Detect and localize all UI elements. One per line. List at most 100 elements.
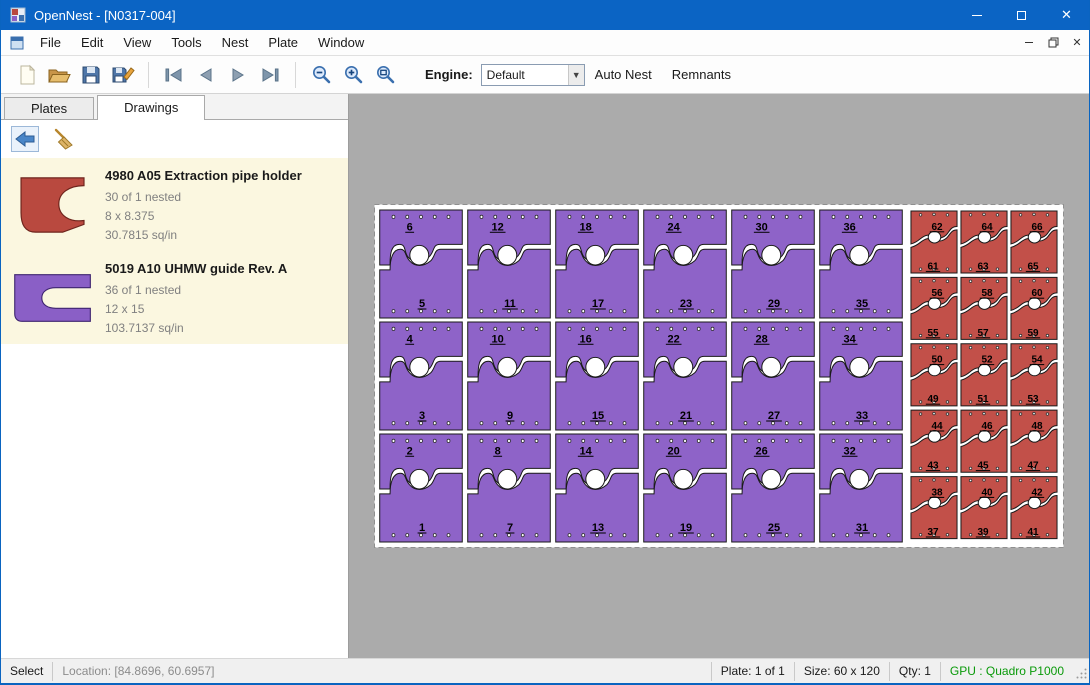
drill-hole	[582, 421, 585, 424]
nest-cell[interactable]: 21	[380, 434, 463, 542]
part-number-label: 38	[931, 487, 943, 498]
nest-cell[interactable]: 2625	[732, 434, 815, 542]
menu-item-window[interactable]: Window	[308, 35, 374, 50]
minimize-button[interactable]	[954, 0, 999, 30]
menu-item-plate[interactable]: Plate	[258, 35, 308, 50]
save-as-button[interactable]	[107, 60, 139, 90]
zoom-out-icon	[311, 64, 332, 85]
nest-cell[interactable]: 1817	[556, 210, 639, 318]
menu-item-view[interactable]: View	[113, 35, 161, 50]
close-button[interactable]: ✕	[1044, 0, 1089, 30]
drill-hole	[596, 215, 599, 218]
drill-hole	[846, 421, 849, 424]
part-number-label: 59	[1027, 328, 1039, 339]
maximize-button[interactable]	[999, 0, 1044, 30]
nest-canvas[interactable]: 6512111817242330293635431091615222128273…	[349, 94, 1089, 658]
drill-hole	[933, 213, 935, 216]
drill-hole	[860, 215, 863, 218]
drill-hole	[623, 421, 626, 424]
part-cutout	[762, 357, 781, 377]
drill-hole	[744, 327, 747, 330]
menu-item-nest[interactable]: Nest	[212, 35, 259, 50]
nest-cell[interactable]: 2019	[644, 434, 727, 542]
drill-hole	[494, 327, 497, 330]
nest-cell[interactable]: 1211	[468, 210, 551, 318]
nest-cell[interactable]: 43	[380, 322, 463, 430]
drill-hole	[983, 479, 985, 482]
part-cutout	[674, 245, 693, 265]
nest-cell[interactable]: 3635	[820, 210, 903, 318]
drawing-area: 30.7815 sq/in	[105, 226, 302, 245]
clean-drawings-button[interactable]	[49, 126, 77, 152]
engine-combobox[interactable]: Default ▼	[481, 64, 585, 86]
last-plate-button[interactable]	[254, 60, 286, 90]
drawings-toolbar	[1, 120, 348, 158]
part-number-label: 50	[931, 355, 943, 366]
nest-cell[interactable]: 3433	[820, 322, 903, 430]
nest-cell[interactable]: 109	[468, 322, 551, 430]
part-number-label: 33	[856, 410, 868, 422]
mdi-close-button[interactable]: ✕	[1065, 32, 1089, 54]
drawing-item[interactable]: 5019 A10 UHMW guide Rev. A 36 of 1 neste…	[1, 251, 348, 344]
drill-hole	[785, 309, 788, 312]
status-mode: Select	[1, 664, 52, 678]
save-button[interactable]	[75, 60, 107, 90]
drill-hole	[433, 327, 436, 330]
drawing-thumbnail	[1, 257, 105, 338]
drill-hole	[480, 215, 483, 218]
drill-hole	[996, 280, 998, 283]
previous-plate-button[interactable]	[190, 60, 222, 90]
nest-cell[interactable]: 2423	[644, 210, 727, 318]
next-plate-button[interactable]	[222, 60, 254, 90]
drill-hole	[933, 412, 935, 415]
mdi-child-icon[interactable]	[10, 36, 24, 50]
drill-hole	[946, 467, 948, 470]
menu-item-edit[interactable]: Edit	[71, 35, 113, 50]
menu-item-file[interactable]: File	[30, 35, 71, 50]
resize-grip[interactable]	[1075, 662, 1089, 680]
import-drawings-button[interactable]	[11, 126, 39, 152]
drill-hole	[711, 215, 714, 218]
auto-nest-button[interactable]: Auto Nest	[585, 62, 662, 88]
nest-cell[interactable]: 3029	[732, 210, 815, 318]
drill-hole	[1046, 401, 1048, 404]
part-cutout	[850, 357, 869, 377]
drawing-nested-count: 36 of 1 nested	[105, 281, 287, 300]
drill-hole	[996, 214, 998, 217]
drill-hole	[656, 215, 659, 218]
zoom-in-button[interactable]	[337, 60, 369, 90]
tab-drawings[interactable]: Drawings	[97, 95, 205, 120]
drill-hole	[1019, 479, 1021, 482]
drill-hole	[609, 533, 612, 536]
menu-item-tools[interactable]: Tools	[161, 35, 211, 50]
first-plate-button[interactable]	[158, 60, 190, 90]
part-number-label: 48	[1031, 421, 1043, 432]
drawing-item[interactable]: 4980 A05 Extraction pipe holder 30 of 1 …	[1, 158, 348, 251]
nest-cell[interactable]: 2221	[644, 322, 727, 430]
drill-hole	[799, 421, 802, 424]
drill-hole	[846, 533, 849, 536]
combo-caret-icon[interactable]: ▼	[568, 65, 584, 85]
nest-cell[interactable]: 1615	[556, 322, 639, 430]
zoom-fit-button[interactable]	[369, 60, 401, 90]
nest-cell[interactable]: 1413	[556, 434, 639, 542]
drill-hole	[697, 439, 700, 442]
mdi-minimize-button[interactable]	[1017, 32, 1041, 54]
drill-hole	[873, 309, 876, 312]
remnants-button[interactable]: Remnants	[662, 62, 741, 88]
drill-hole	[969, 413, 971, 416]
previous-arrow-icon	[196, 68, 216, 82]
nest-cell[interactable]: 65	[380, 210, 463, 318]
drill-hole	[832, 215, 835, 218]
drill-hole	[670, 421, 673, 424]
nest-cell[interactable]: 3231	[820, 434, 903, 542]
drill-hole	[480, 533, 483, 536]
nest-cell[interactable]: 2827	[732, 322, 815, 430]
open-button[interactable]	[43, 60, 75, 90]
main-toolbar: Engine: Default ▼ Auto Nest Remnants	[1, 56, 1089, 94]
mdi-restore-button[interactable]	[1041, 32, 1065, 54]
tab-plates[interactable]: Plates	[4, 97, 94, 119]
new-button[interactable]	[11, 60, 43, 90]
zoom-out-button[interactable]	[305, 60, 337, 90]
nest-cell[interactable]: 87	[468, 434, 551, 542]
